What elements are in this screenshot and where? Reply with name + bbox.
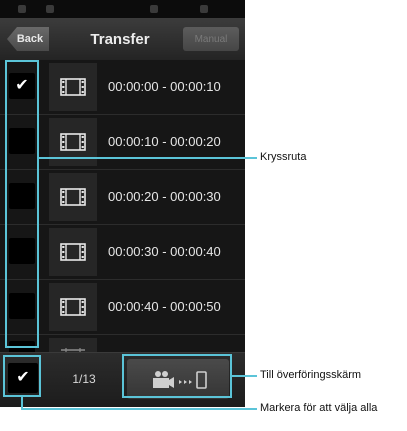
callout-line-transfer <box>232 375 257 377</box>
select-all-highlight <box>3 355 41 397</box>
film-icon <box>60 78 86 96</box>
transfer-button-highlight <box>122 354 232 398</box>
status-bar <box>0 0 245 18</box>
clip-time-range: 00:00:40 - 00:00:50 <box>108 299 221 314</box>
clip-time-range: 00:00:30 - 00:00:40 <box>108 244 221 259</box>
clip-time-range: 00:00:10 - 00:00:20 <box>108 134 221 149</box>
checkbox-column-highlight <box>5 60 39 348</box>
page-indicator: 1/13 <box>72 372 96 386</box>
title-bar: Back Transfer Manual <box>0 18 245 61</box>
back-button[interactable]: Back <box>7 27 49 51</box>
clip-time-range: 00:00:00 - 00:00:10 <box>108 79 221 94</box>
film-thumbnail <box>49 173 97 221</box>
callout-line-checkbox <box>39 157 257 159</box>
callout-label-select-all: Markera för att välja alla <box>260 402 378 414</box>
film-icon <box>60 133 86 151</box>
film-thumbnail <box>49 63 97 111</box>
page-title: Transfer <box>90 30 150 48</box>
status-icon <box>200 5 208 13</box>
callout-label-checkbox: Kryssruta <box>260 151 307 163</box>
callout-line-select-all-horizontal <box>21 408 257 410</box>
clip-time-range: 00:00:20 - 00:00:30 <box>108 189 221 204</box>
status-icon <box>150 5 158 13</box>
film-icon <box>60 188 86 206</box>
film-icon <box>60 243 86 261</box>
film-icon <box>60 298 86 316</box>
manual-button[interactable]: Manual <box>183 27 239 51</box>
status-icon <box>46 5 54 13</box>
callout-label-transfer-screen: Till överföringsskärm <box>260 369 362 381</box>
film-thumbnail <box>49 283 97 331</box>
status-icon <box>18 5 26 13</box>
film-thumbnail <box>49 228 97 276</box>
